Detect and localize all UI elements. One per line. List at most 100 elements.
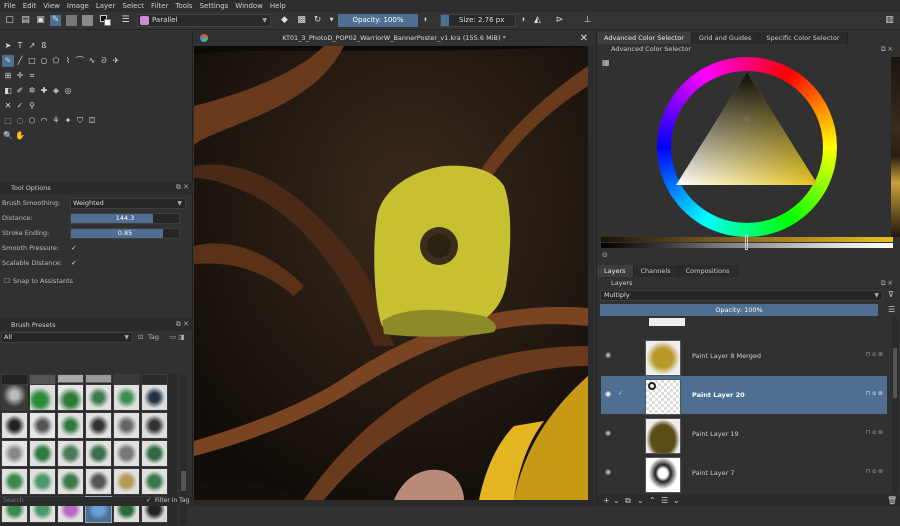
layer-props-icons[interactable]: ⊓ α ⊗ [866, 429, 883, 436]
layer-menu-icon[interactable]: ☰ [888, 305, 895, 314]
layer-props-icons[interactable]: ⊓ α ⊗ [866, 390, 883, 397]
rect-select-icon[interactable]: ⬚ [2, 115, 14, 127]
brush-preset-tile[interactable] [141, 384, 168, 411]
preset-search-input[interactable]: Search [3, 497, 24, 504]
brush-preset-tile[interactable] [57, 440, 84, 467]
bezier-select-icon[interactable]: ⛉ [74, 115, 86, 127]
magnetic-select-icon[interactable]: ⛋ [86, 115, 98, 127]
brush-preset-tile[interactable] [141, 468, 168, 495]
pattern-icon[interactable] [82, 15, 93, 26]
menu-image[interactable]: Image [67, 2, 89, 10]
distance-slider[interactable]: 144.3 [70, 213, 180, 224]
layer-props-icons[interactable]: ⊓ α ⊗ [866, 468, 883, 475]
scalable-distance-checkbox[interactable]: ✓ [71, 259, 79, 267]
line-icon[interactable]: ╱ [14, 55, 26, 67]
assistant-icon[interactable]: ✕ [2, 100, 14, 112]
float-close-icon[interactable]: ⧉ ✕ [881, 278, 893, 289]
bezier-icon[interactable]: ⌒ [74, 55, 86, 67]
brush-preset-tile[interactable] [29, 468, 56, 495]
fill-icon[interactable]: ◈ [50, 85, 62, 97]
menu-settings[interactable]: Settings [200, 2, 229, 10]
brush-preset-tile[interactable] [113, 384, 140, 411]
layer-opacity-slider[interactable]: Opacity: 100% [600, 304, 878, 316]
close-document-icon[interactable]: ✕ [580, 31, 588, 46]
visibility-icon[interactable]: ◉ [605, 468, 611, 476]
freehand-brush-icon[interactable]: ✎ [2, 55, 14, 67]
brush-preset-tile[interactable] [85, 384, 112, 411]
polygon-icon[interactable]: ⬠ [50, 55, 62, 67]
layer-scrollbar[interactable] [892, 318, 898, 494]
zoom-icon[interactable]: 🔍 [2, 130, 14, 142]
move-down-icon[interactable]: ⌄ [637, 496, 644, 505]
brush-preset-tile[interactable] [113, 412, 140, 439]
duplicate-layer-icon[interactable]: ⧉ [625, 496, 631, 506]
brush-preset-tile[interactable] [85, 440, 112, 467]
brush-preset-tile[interactable] [1, 412, 28, 439]
brush-preset-tile[interactable] [113, 440, 140, 467]
tab-grid-and-guides[interactable]: Grid and Guides [691, 32, 760, 44]
visibility-icon[interactable]: ◉ [605, 390, 611, 398]
snap-checkbox[interactable]: ☐ [4, 275, 10, 287]
dynamic-brush-icon[interactable]: ᘐ [98, 55, 110, 67]
color-history-icon[interactable]: ⊙ [602, 251, 608, 259]
layer-row-selected[interactable]: ◉ ✓ Paint Layer 20 ⊓ α ⊗ [601, 376, 887, 415]
brush-smoothing-select[interactable]: Weighted ▼ [70, 198, 186, 209]
visibility-icon[interactable]: ◉ [605, 429, 611, 437]
sv-triangle[interactable] [657, 57, 837, 237]
menu-window[interactable]: Window [235, 2, 263, 10]
preserve-alpha-icon[interactable]: ▩ [296, 15, 307, 26]
delete-layer-icon[interactable]: 🗑 [887, 496, 897, 505]
tab-specific-color-selector[interactable]: Specific Color Selector [759, 32, 848, 44]
brush-preset-tile[interactable] [29, 440, 56, 467]
ellipse-icon[interactable]: ○ [38, 55, 50, 67]
select-shapes-icon[interactable]: ➤ [2, 40, 14, 52]
smooth-pressure-checkbox[interactable]: ✓ [71, 244, 79, 252]
brush-preset-tile[interactable] [1, 384, 28, 411]
menu-select[interactable]: Select [122, 2, 144, 10]
menu-view[interactable]: View [43, 2, 60, 10]
brush-preset-tile[interactable] [29, 412, 56, 439]
tag-label[interactable]: Tag [148, 331, 159, 343]
brush-preset-tile[interactable] [57, 384, 84, 411]
color-wheel[interactable] [657, 57, 837, 237]
size-stepper-icon[interactable]: ⬍ [518, 15, 529, 26]
reload-preset-icon[interactable]: ↻ [312, 15, 323, 26]
tab-compositions[interactable]: Compositions [678, 265, 738, 277]
freehand-path-icon[interactable]: ∿ [86, 55, 98, 67]
float-close-icon[interactable]: ⧉ ✕ [176, 183, 189, 192]
painting-canvas[interactable] [194, 46, 588, 500]
crop-icon[interactable]: ⌗ [26, 70, 38, 82]
blend-mode-select[interactable]: Multiply ▼ [600, 290, 883, 301]
gradient-icon[interactable] [66, 15, 77, 26]
transform-icon[interactable]: ⊞ [2, 70, 14, 82]
tag-icon[interactable]: ⊡ [138, 331, 143, 343]
brush-preset-selector[interactable]: Parallel ▼ [137, 14, 271, 27]
similar-select-icon[interactable]: ✦ [62, 115, 74, 127]
brush-preset-tile[interactable] [85, 468, 112, 495]
layer-row[interactable]: ◉ Paint Layer 7 ⊓ α ⊗ [601, 454, 887, 493]
polyline-icon[interactable]: ⌇ [62, 55, 74, 67]
brush-preset-tile[interactable] [113, 468, 140, 495]
brush-preset-tile[interactable] [141, 412, 168, 439]
layer-props-icons[interactable]: ⊓ α ⊗ [866, 351, 883, 358]
tab-channels[interactable]: Channels [633, 265, 679, 277]
opacity-slider[interactable]: Opacity: 100% [338, 14, 418, 27]
color-picker-icon[interactable]: ✐ [14, 85, 26, 97]
reference-icon[interactable]: ⚲ [26, 100, 38, 112]
tab-advanced-color-selector[interactable]: Advanced Color Selector [597, 32, 692, 44]
multibrush-icon[interactable]: ✈ [110, 55, 122, 67]
visibility-icon[interactable]: ◉ [605, 351, 611, 359]
enclose-fill-icon[interactable]: ◎ [62, 85, 74, 97]
canvas-scrollbar[interactable] [588, 46, 594, 500]
menu-help[interactable]: Help [270, 2, 286, 10]
pan-icon[interactable]: ✋ [14, 130, 26, 142]
mirror-horizontal-icon[interactable]: ◭ [532, 15, 543, 26]
brush-preset-tile[interactable] [85, 412, 112, 439]
fg-bg-color-icon[interactable] [100, 15, 111, 26]
brush-preset-tile[interactable] [57, 468, 84, 495]
menu-edit[interactable]: Edit [23, 2, 37, 10]
add-layer-icon[interactable]: + [603, 496, 610, 505]
float-close-icon[interactable]: ⧉ ✕ [176, 320, 189, 329]
layer-properties-icon[interactable]: ☰ [661, 496, 668, 505]
text-icon[interactable]: T [14, 40, 26, 52]
